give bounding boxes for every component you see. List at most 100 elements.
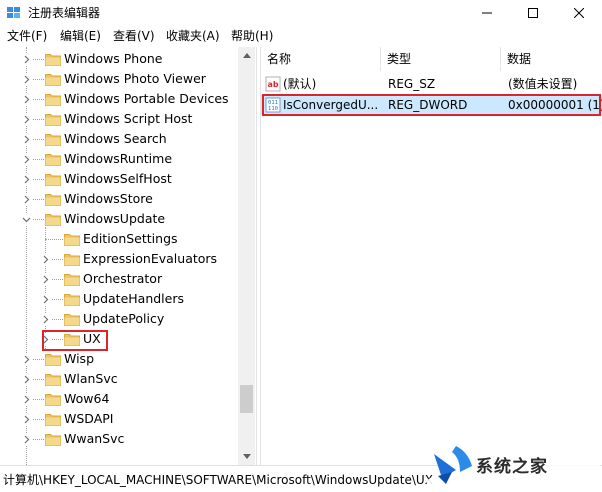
isconverged-row-highlight — [262, 94, 601, 116]
folder-icon — [45, 214, 61, 226]
window-title: 注册表编辑器 — [28, 6, 101, 20]
menu-file[interactable]: 文件(F) — [5, 28, 49, 45]
site-watermark: 系统之家 — [416, 432, 602, 492]
folder-icon — [45, 434, 61, 446]
folder-icon — [45, 194, 61, 206]
chevron-right-icon[interactable] — [20, 413, 32, 425]
chevron-right-icon[interactable] — [20, 433, 32, 445]
menu-view[interactable]: 查看(V) — [111, 28, 157, 45]
scroll-down-button[interactable] — [238, 448, 255, 465]
tree-item[interactable]: Orchestrator — [0, 269, 238, 289]
tree-item[interactable]: WindowsSelfHost — [0, 169, 238, 189]
tree-item[interactable]: WSDAPI — [0, 409, 238, 429]
chevron-right-icon[interactable] — [20, 73, 32, 85]
folder-icon — [45, 374, 61, 386]
tree-item-label: Wow64 — [64, 391, 110, 406]
chevron-right-icon[interactable] — [20, 93, 32, 105]
chevron-right-icon[interactable] — [20, 53, 32, 65]
title-bar: 注册表编辑器 — [0, 0, 602, 26]
tree-item-label: WSDAPI — [64, 411, 114, 426]
registry-key-tree[interactable]: Windows Phone Windows Photo Viewer Windows… — [0, 47, 256, 465]
column-header-name[interactable]: 名称 — [261, 47, 381, 71]
chevron-right-icon[interactable] — [39, 293, 51, 305]
menu-help[interactable]: 帮助(H) — [229, 28, 275, 45]
chevron-right-icon[interactable] — [20, 353, 32, 365]
minimize-button[interactable] — [464, 0, 510, 26]
menu-favorites[interactable]: 收藏夹(A) — [164, 28, 222, 45]
chevron-right-icon[interactable] — [20, 373, 32, 385]
chevron-right-icon[interactable] — [39, 273, 51, 285]
tree-item[interactable]: WwanSvc — [0, 429, 238, 449]
tree-item[interactable]: UX — [0, 329, 238, 349]
folder-icon — [45, 394, 61, 406]
watermark-text: 系统之家 — [476, 457, 548, 477]
tree-item-label: Wisp — [64, 351, 95, 366]
tree-vertical-scrollbar[interactable] — [238, 47, 255, 465]
close-button[interactable] — [556, 0, 602, 26]
chevron-right-icon[interactable] — [20, 113, 32, 125]
folder-icon — [45, 174, 61, 186]
tree-item[interactable]: Windows Phone — [0, 49, 238, 69]
list-header: 名称 类型 数据 — [261, 47, 602, 71]
chevron-right-icon[interactable] — [20, 153, 32, 165]
folder-icon — [64, 254, 80, 266]
chevron-right-icon[interactable] — [20, 133, 32, 145]
maximize-icon — [528, 8, 538, 18]
minimize-icon — [482, 12, 492, 14]
string-value-icon: ab — [265, 76, 281, 92]
folder-icon — [64, 234, 80, 246]
scroll-thumb[interactable] — [240, 385, 253, 413]
tree-item[interactable]: Windows Portable Devices — [0, 89, 238, 109]
menu-edit[interactable]: 编辑(E) — [58, 28, 103, 45]
tree-item[interactable]: UpdateHandlers — [0, 289, 238, 309]
tree-item-label: WlanSvc — [64, 371, 118, 386]
tree-item[interactable]: WindowsStore — [0, 189, 238, 209]
regedit-app-icon — [7, 7, 20, 18]
value-type: REG_SZ — [388, 77, 436, 91]
tree-item[interactable]: UpdatePolicy — [0, 309, 238, 329]
folder-icon — [45, 134, 61, 146]
folder-icon — [45, 114, 61, 126]
tree-item[interactable]: WindowsUpdate — [0, 209, 238, 229]
chevron-right-icon[interactable] — [39, 313, 51, 325]
menu-bar: 文件(F) 编辑(E) 查看(V) 收藏夹(A) 帮助(H) — [0, 26, 602, 47]
tree-item[interactable]: Windows Script Host — [0, 109, 238, 129]
tree-item-label: WindowsStore — [64, 191, 153, 206]
tree-item-label: UpdatePolicy — [83, 311, 165, 326]
tree-item[interactable]: EditionSettings — [0, 229, 238, 249]
tree-item[interactable]: Windows Search — [0, 129, 238, 149]
close-icon — [574, 8, 584, 18]
folder-icon — [45, 74, 61, 86]
chevron-down-icon[interactable] — [20, 213, 32, 225]
value-data: (数值未设置) — [508, 77, 578, 91]
column-header-data[interactable]: 数据 — [501, 47, 602, 71]
chevron-right-icon[interactable] — [20, 393, 32, 405]
chevron-right-icon[interactable] — [39, 253, 51, 265]
value-row-default[interactable]: ab (默认) REG_SZ (数值未设置) — [261, 74, 602, 94]
folder-icon — [45, 354, 61, 366]
tree-item-label: Windows Portable Devices — [64, 91, 229, 106]
value-name: (默认) — [283, 77, 317, 91]
tree-item[interactable]: Wisp — [0, 349, 238, 369]
tree-item-label: UpdateHandlers — [83, 291, 185, 306]
column-header-type[interactable]: 类型 — [381, 47, 501, 71]
tree-guide-line — [45, 239, 63, 240]
tree-item[interactable]: WindowsRuntime — [0, 149, 238, 169]
tree-item-label: ExpressionEvaluators — [83, 251, 218, 266]
chevron-right-icon[interactable] — [20, 173, 32, 185]
tree-item[interactable]: WlanSvc — [0, 369, 238, 389]
folder-icon — [45, 154, 61, 166]
folder-icon — [64, 294, 80, 306]
chevron-right-icon[interactable] — [20, 193, 32, 205]
folder-icon — [64, 314, 80, 326]
tree-item-label: WindowsUpdate — [64, 211, 166, 226]
tree-item-label: Windows Search — [64, 131, 167, 146]
folder-icon — [45, 54, 61, 66]
maximize-button[interactable] — [510, 0, 556, 26]
tree-item[interactable]: ExpressionEvaluators — [0, 249, 238, 269]
tree-item[interactable]: Windows Photo Viewer — [0, 69, 238, 89]
tree-item[interactable]: Wow64 — [0, 389, 238, 409]
scroll-up-button[interactable] — [238, 47, 255, 64]
chevron-up-icon — [242, 53, 251, 58]
tree-item-label: WindowsRuntime — [64, 151, 173, 166]
